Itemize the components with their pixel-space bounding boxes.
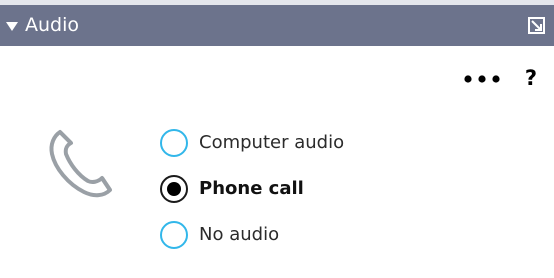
triangle-down-icon: [6, 21, 18, 31]
collapse-button[interactable]: [6, 5, 18, 46]
radio-phone-call[interactable]: [160, 175, 188, 203]
option-label[interactable]: Computer audio: [199, 125, 344, 161]
option-computer-audio[interactable]: Computer audio: [160, 125, 400, 161]
help-button[interactable]: ?: [520, 64, 542, 92]
popout-window-icon[interactable]: [528, 17, 545, 34]
radio-selected-dot: [167, 182, 181, 196]
radio-no-audio[interactable]: [160, 221, 188, 249]
ellipsis-icon[interactable]: [462, 68, 504, 90]
panel-title: Audio: [25, 14, 80, 36]
option-label[interactable]: No audio: [199, 217, 279, 253]
audio-panel-header[interactable]: Audio: [0, 5, 554, 46]
option-no-audio[interactable]: No audio: [160, 217, 400, 253]
phone-handset-icon: [49, 130, 112, 198]
radio-computer-audio[interactable]: [160, 129, 188, 157]
option-label[interactable]: Phone call: [199, 171, 304, 207]
option-phone-call[interactable]: Phone call: [160, 171, 400, 207]
audio-options: Computer audio Phone call No audio: [160, 125, 400, 263]
